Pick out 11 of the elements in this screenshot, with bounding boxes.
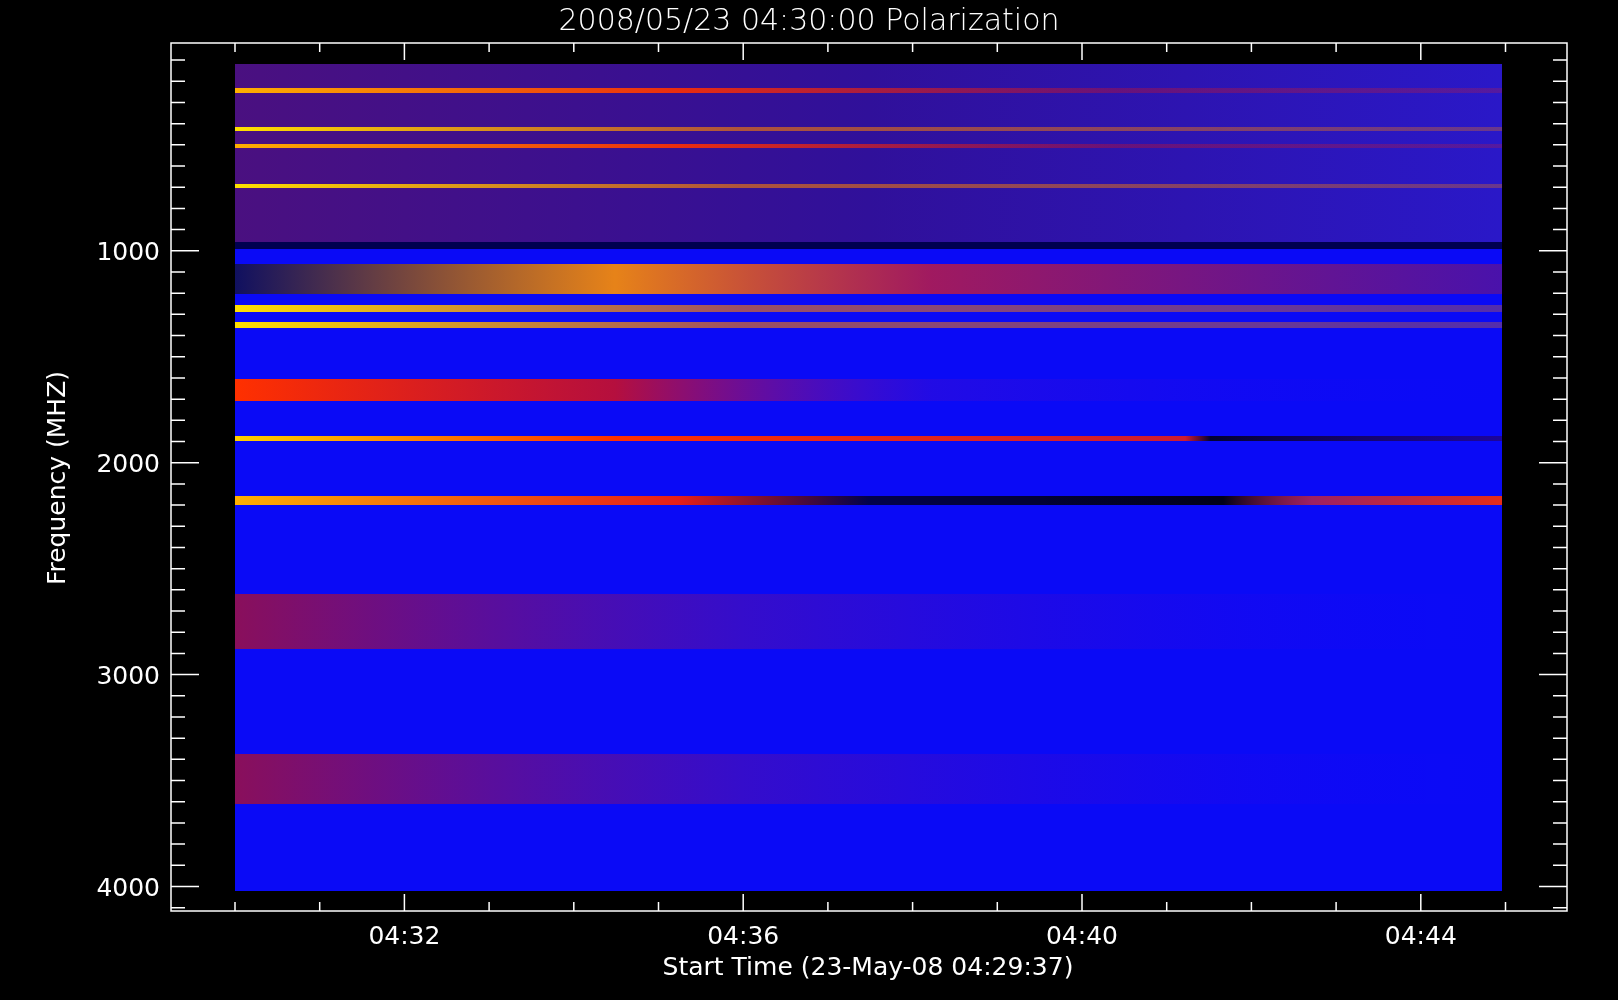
axis-title: Frequency (MHZ) xyxy=(42,370,71,586)
tick-label: 4000 xyxy=(96,872,160,902)
tick-label: 04:36 xyxy=(707,921,780,950)
chart-title: 2008/05/23 04:30:00 Polarization xyxy=(558,2,1060,37)
tick-label: 04:32 xyxy=(368,921,441,950)
tick-label: 2000 xyxy=(96,448,160,478)
tick-label: 3000 xyxy=(96,660,160,690)
tick-label: 04:40 xyxy=(1046,921,1118,950)
tick-label: 04:44 xyxy=(1384,921,1457,950)
axis-title: Start Time (23-May-08 04:29:37) xyxy=(662,952,1074,981)
tick-label: 1000 xyxy=(96,236,160,266)
